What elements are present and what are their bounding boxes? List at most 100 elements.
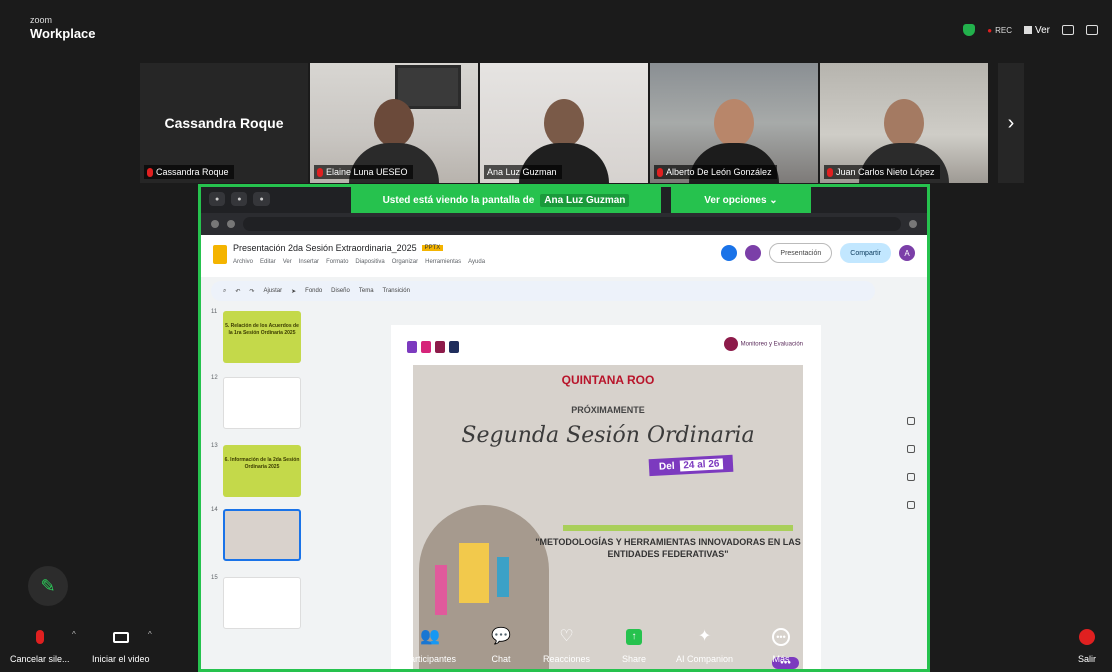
logo-mark-icon [723, 337, 738, 351]
layout-button[interactable]: Diseño [331, 288, 350, 294]
slide-number: 12 [211, 375, 218, 381]
participant-strip: Cassandra Roque Cassandra Roque Elaine L… [140, 63, 988, 183]
collaborator-avatar[interactable] [745, 245, 762, 261]
calendar-icon[interactable] [907, 417, 915, 425]
top-bar: zoom Workplace REC Ver [0, 0, 1112, 60]
security-shield-icon[interactable] [963, 24, 976, 36]
menu-item[interactable]: Ver [283, 259, 292, 265]
camera-icon [110, 626, 132, 648]
share-button[interactable]: Compartir [840, 243, 891, 263]
search-icon[interactable]: ⌕ [223, 288, 226, 295]
slide-thumbnail-row[interactable]: 12 [205, 373, 305, 435]
participant-tile[interactable]: Alberto De León González [650, 63, 818, 183]
cursor-icon[interactable]: ➤ [291, 288, 296, 295]
menu-item[interactable]: Archivo [233, 259, 253, 265]
slide-number: 14 [211, 507, 218, 513]
present-button[interactable]: Presentación [769, 243, 833, 263]
ai-companion-label: AI Companion [676, 654, 734, 664]
slide-thumbnail-selected[interactable] [223, 509, 301, 561]
document-title-text[interactable]: Presentación 2da Sesión Extraordinaria_2… [233, 243, 417, 253]
zoom-fit-button[interactable]: Ajustar [263, 288, 282, 294]
participant-big-name: Cassandra Roque [164, 115, 284, 131]
browser-address-bar [201, 213, 927, 235]
video-options-chevron-icon[interactable]: ^ [148, 630, 152, 639]
leave-label: Salir [1077, 654, 1096, 664]
slide-thumbnail[interactable]: 6. Información de la 2da Sesión Ordinari… [223, 445, 301, 497]
undo-icon[interactable]: ↶ [235, 288, 240, 295]
transition-button[interactable]: Transición [383, 288, 410, 294]
menu-item[interactable]: Editar [260, 259, 276, 265]
more-button[interactable]: ••• Más [770, 626, 792, 664]
ai-companion-button[interactable]: ✦ AI Companion [676, 626, 734, 665]
share-screen-icon: ↑ [623, 626, 645, 648]
start-video-label: Iniciar el video [92, 654, 150, 664]
participant-name-label: Cassandra Roque [144, 165, 234, 179]
slides-logo-icon[interactable] [213, 245, 227, 264]
poster-illustration-figure [435, 565, 447, 615]
slide-thumbnail[interactable] [223, 377, 301, 429]
audio-options-chevron-icon[interactable]: ^ [72, 630, 76, 639]
unmute-button[interactable]: Cancelar sile... [10, 626, 70, 664]
extension-icon[interactable] [909, 220, 917, 228]
theme-button[interactable]: Tema [359, 288, 374, 294]
participant-tile[interactable]: Juan Carlos Nieto López [820, 63, 988, 183]
menu-item[interactable]: Insertar [299, 259, 319, 265]
menu-bar: Archivo Editar Ver Insertar Formato Diap… [233, 259, 485, 265]
brand-big: Workplace [30, 26, 96, 41]
date-range: 24 al 26 [680, 458, 723, 472]
recording-indicator[interactable]: REC [987, 26, 1012, 35]
more-dots-icon: ••• [770, 626, 792, 648]
slide-thumbnail-row[interactable]: 11 5. Relación de los Acuerdos de la 1ra… [205, 307, 305, 369]
browser-tab[interactable]: ● [231, 192, 248, 206]
view-button[interactable]: Ver [1023, 24, 1050, 36]
keep-icon[interactable] [907, 445, 915, 453]
participant-tile[interactable]: Elaine Luna UESEO [310, 63, 478, 183]
maps-icon[interactable] [907, 501, 915, 509]
browser-tab[interactable]: ● [253, 192, 270, 206]
slide-canvas[interactable]: Monitoreo y Evaluación QUINTANA ROO PRÓX… [319, 307, 879, 669]
back-icon[interactable] [211, 220, 219, 228]
minimize-icon[interactable] [1062, 25, 1074, 35]
chat-icon: 💬 [491, 628, 511, 645]
slide-thumbnail-row[interactable]: 14 [205, 505, 305, 567]
menu-item[interactable]: Organizar [392, 259, 418, 265]
background-button[interactable]: Fondo [305, 288, 322, 294]
slide-thumbnail-row[interactable]: 13 6. Información de la 2da Sesión Ordin… [205, 441, 305, 503]
meeting-controls: Cancelar sile... ^ Iniciar el video ^ 👥 … [0, 622, 1112, 672]
share-screen-button[interactable]: ↑ Share [622, 626, 646, 664]
menu-item[interactable]: Herramientas [425, 259, 461, 265]
participant-name: Juan Carlos Nieto López [836, 167, 935, 177]
url-field[interactable] [243, 217, 901, 231]
menu-item[interactable]: Diapositiva [355, 259, 384, 265]
participants-icon: 👥 [420, 628, 440, 645]
next-page-chevron-icon[interactable]: › [998, 63, 1024, 183]
fullscreen-icon[interactable] [1086, 25, 1098, 35]
tasks-icon[interactable] [907, 473, 915, 481]
browser-tab[interactable]: ● [209, 192, 226, 206]
collaborator-avatar[interactable] [721, 245, 738, 261]
participant-tile[interactable]: Ana Luz Guzman [480, 63, 648, 183]
menu-item[interactable]: Ayuda [468, 259, 485, 265]
participants-button[interactable]: 👥 Participantes [404, 626, 457, 665]
account-avatar[interactable]: A [899, 245, 915, 261]
annotate-pencil-icon[interactable]: ✎ [28, 566, 68, 606]
file-type-badge: PPTX [421, 245, 444, 251]
current-slide[interactable]: Monitoreo y Evaluación QUINTANA ROO PRÓX… [391, 325, 821, 669]
redo-icon[interactable]: ↷ [249, 288, 254, 295]
poster-illustration-figure [459, 543, 489, 603]
slide-thumbnail[interactable]: 5. Relación de los Acuerdos de la 1ra Se… [223, 311, 301, 363]
reactions-button[interactable]: ♡ Reacciones [543, 626, 590, 665]
reload-icon[interactable] [227, 220, 235, 228]
leave-button[interactable]: Salir [1076, 626, 1098, 664]
top-right-controls: REC Ver [963, 24, 1098, 36]
view-options-dropdown[interactable]: Ver opciones ⌄ [671, 187, 811, 213]
participant-tile[interactable]: Cassandra Roque Cassandra Roque [140, 63, 308, 183]
view-label: Ver [1034, 24, 1050, 36]
start-video-button[interactable]: Iniciar el video [92, 626, 150, 664]
menu-item[interactable]: Formato [326, 259, 348, 265]
zoom-logo: zoom Workplace [30, 16, 96, 41]
muted-mic-icon [147, 167, 153, 177]
chat-button[interactable]: 💬 Chat [490, 626, 512, 665]
participants-label: Participantes [404, 654, 457, 664]
shared-screen[interactable]: ● ● ● Usted está viendo la pantalla de A… [198, 184, 930, 672]
